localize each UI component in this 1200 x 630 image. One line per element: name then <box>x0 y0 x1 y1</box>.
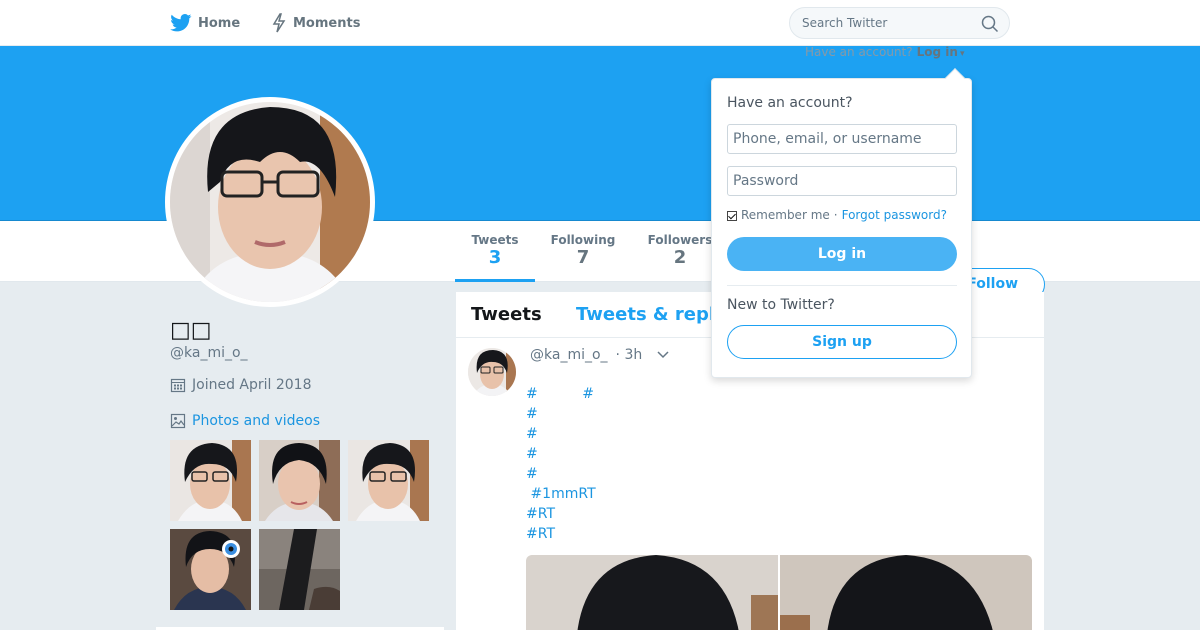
media-thumbnail[interactable] <box>259 440 340 521</box>
tweet-hashtag[interactable]: #RT <box>526 506 555 522</box>
calendar-icon <box>170 378 186 393</box>
image-icon <box>170 413 186 429</box>
media-thumbnail[interactable] <box>259 529 340 610</box>
media-thumbnail[interactable] <box>348 440 429 521</box>
tweet-hashtag[interactable]: # <box>526 426 538 442</box>
chevron-down-icon[interactable] <box>656 350 670 360</box>
tweet-photo <box>526 555 1032 630</box>
password-field[interactable]: Password <box>727 166 957 196</box>
thumbnail-photo <box>170 529 251 610</box>
photos-label: Photos and videos <box>192 413 321 429</box>
profile-avatar[interactable] <box>165 97 375 307</box>
stat-followers-value: 2 <box>673 247 687 268</box>
stat-following[interactable]: Following 7 <box>545 221 621 282</box>
profile-handle: @ka_mi_o_ <box>170 345 248 361</box>
popup-title: Have an account? <box>727 95 853 111</box>
twitter-bird-icon <box>170 14 192 32</box>
profile-name: □□ <box>170 318 212 343</box>
nav-home[interactable]: Home <box>170 0 240 46</box>
separator: · <box>833 208 838 222</box>
stat-followers-label: Followers <box>647 233 713 247</box>
search-input[interactable]: Search Twitter <box>789 7 1010 39</box>
username-placeholder: Phone, email, or username <box>733 131 922 147</box>
lightning-icon <box>272 13 286 33</box>
tweet-time[interactable]: · 3h <box>616 347 643 363</box>
top-nav: Home Moments Search Twitter <box>0 0 1200 46</box>
tweet-hashtag[interactable]: #1mmRT <box>526 486 595 502</box>
remember-checkbox[interactable] <box>727 211 737 221</box>
avatar-photo <box>468 348 516 396</box>
media-thumbnail[interactable] <box>170 440 251 521</box>
stat-following-value: 7 <box>576 247 590 268</box>
tweet-media[interactable] <box>526 555 1032 630</box>
tab-tweets[interactable]: Tweets <box>471 304 542 325</box>
login-link-label: Log in <box>916 45 958 59</box>
joined-text: Joined April 2018 <box>192 377 312 393</box>
signup-button[interactable]: Sign up <box>727 325 957 359</box>
popup-divider <box>727 285 957 286</box>
search-placeholder: Search Twitter <box>802 16 888 30</box>
tweet-hashtag[interactable]: # <box>526 466 538 482</box>
login-button[interactable]: Log in <box>727 237 957 271</box>
login-dropdown-link[interactable]: Log in ▾ <box>917 45 965 59</box>
nav-moments[interactable]: Moments <box>271 0 360 46</box>
forgot-password-link[interactable]: Forgot password? <box>842 208 947 222</box>
tweet-handle[interactable]: @ka_mi_o_ <box>530 347 608 363</box>
tweet-hashtag[interactable]: # <box>526 406 538 422</box>
stat-tweets[interactable]: Tweets 3 <box>455 221 535 282</box>
tweet-hashtag[interactable]: #RT <box>526 526 555 542</box>
caret-down-icon: ▾ <box>959 49 965 59</box>
stat-tweets-label: Tweets <box>471 233 519 247</box>
tweet-hashtag[interactable]: # # <box>526 386 594 402</box>
photos-and-videos-link[interactable]: Photos and videos <box>170 413 320 429</box>
have-account-prompt: Have an account? Log in ▾ <box>805 45 964 59</box>
tweet-header: @ka_mi_o_ · 3h <box>530 347 670 363</box>
have-account-text: Have an account? <box>805 45 913 59</box>
tweet-avatar[interactable] <box>468 348 516 396</box>
tweet-hashtag[interactable]: # <box>526 446 538 462</box>
login-popup: Have an account? Phone, email, or userna… <box>711 68 972 378</box>
stat-following-label: Following <box>550 233 616 247</box>
remember-row: Remember me · Forgot password? <box>727 208 947 222</box>
thumbnail-photo <box>170 440 251 521</box>
joined-date: Joined April 2018 <box>170 377 312 393</box>
thumbnail-photo <box>259 440 340 521</box>
search-icon[interactable] <box>981 15 999 33</box>
tab-tweets-and-replies[interactable]: Tweets & repl <box>576 304 715 325</box>
profile-photo <box>170 102 370 302</box>
nav-moments-label: Moments <box>293 15 361 31</box>
nav-home-label: Home <box>198 15 241 31</box>
remember-label: Remember me <box>741 208 830 222</box>
media-thumbnail[interactable] <box>170 529 251 610</box>
stat-followers[interactable]: Followers 2 <box>643 221 717 282</box>
new-to-twitter-label: New to Twitter? <box>727 297 835 313</box>
thumbnail-photo <box>259 529 340 610</box>
stat-tweets-value: 3 <box>488 247 502 268</box>
password-placeholder: Password <box>733 173 799 189</box>
thumbnail-photo <box>348 440 429 521</box>
username-field[interactable]: Phone, email, or username <box>727 124 957 154</box>
